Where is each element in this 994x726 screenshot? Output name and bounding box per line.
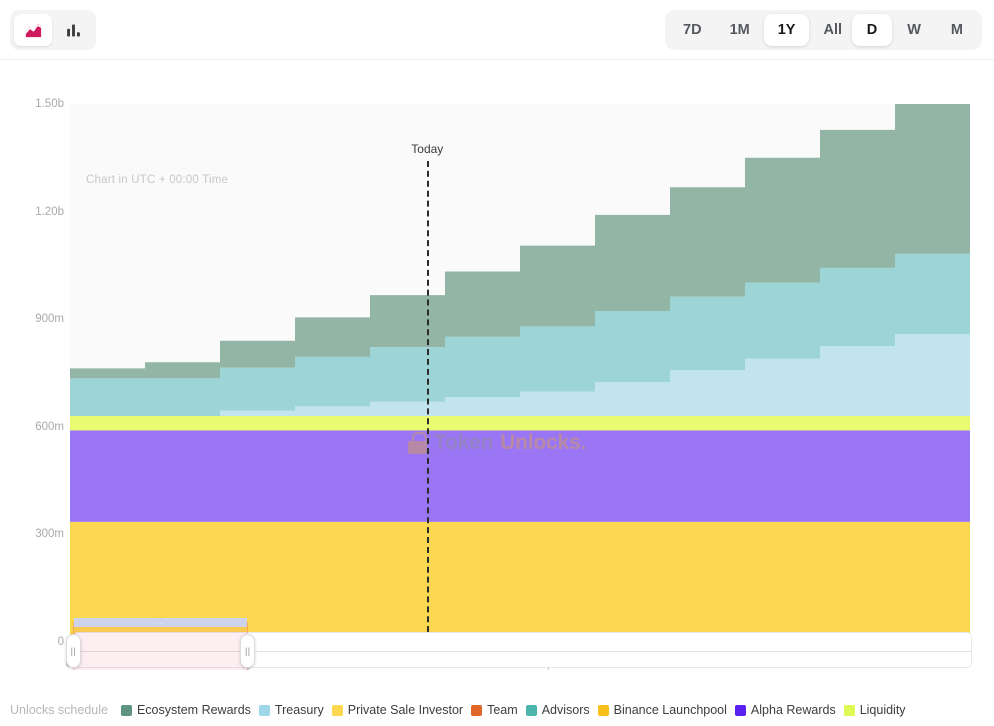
legend-swatch [121, 705, 132, 716]
legend-swatch [598, 705, 609, 716]
area-series-alpha-rewards [70, 430, 970, 521]
legend-item[interactable]: Private Sale Investor [332, 703, 463, 717]
legend-swatch [332, 705, 343, 716]
today-marker-line [427, 161, 429, 642]
legend-item-label: Team [487, 703, 518, 717]
slider-handle-right[interactable]: || [240, 634, 255, 668]
time-range-selector: 7D 1M 1Y All [665, 10, 860, 50]
granularity-button-m[interactable]: M [936, 14, 978, 46]
slider-handle-left-glyph: || [71, 647, 77, 656]
legend-item[interactable]: Team [471, 703, 518, 717]
legend-item[interactable]: Liquidity [844, 703, 906, 717]
chart-canvas[interactable]: 1.50b1.20b900m600m300m0 Chart in UTC + 0… [0, 60, 994, 635]
today-label: Today [411, 142, 443, 156]
y-axis: 1.50b1.20b900m600m300m0 [0, 60, 64, 635]
legend-item-label: Binance Launchpool [614, 703, 727, 717]
bar-chart-icon[interactable] [54, 14, 92, 46]
range-button-7d[interactable]: 7D [669, 14, 716, 46]
legend-item-label: Advisors [542, 703, 590, 717]
area-chart-icon[interactable] [14, 14, 52, 46]
y-axis-tick-label: 300m [4, 528, 64, 540]
granularity-button-d[interactable]: D [852, 14, 892, 46]
legend-title: Unlocks schedule [10, 703, 108, 717]
area-series-liquidity [70, 416, 970, 430]
utc-note: Chart in UTC + 00:00 Time [86, 174, 228, 186]
y-axis-tick-label: 600m [4, 421, 64, 433]
legend-swatch [471, 705, 482, 716]
chart-type-toggle-group [10, 10, 96, 50]
granularity-selector: D W M [848, 10, 982, 50]
legend-swatch [526, 705, 537, 716]
chart-toolbar: 7D 1M 1Y All D W M [0, 0, 994, 60]
chart-legend: Unlocks schedule Ecosystem Rewards Treasu… [0, 694, 994, 726]
token-unlocks-chart-app: 7D 1M 1Y All D W M 1.50b 1.20b 900m 600m 300… [0, 0, 994, 726]
legend-swatch [735, 705, 746, 716]
legend-item[interactable]: Alpha Rewards [735, 703, 836, 717]
range-slider[interactable]: ... || || [0, 626, 994, 674]
range-button-1y[interactable]: 1Y [764, 14, 810, 46]
legend-swatch [259, 705, 270, 716]
legend-item-label: Treasury [275, 703, 324, 717]
slider-handle-right-glyph: || [245, 647, 251, 656]
legend-item[interactable]: Binance Launchpool [598, 703, 727, 717]
y-axis-tick-label: 900m [4, 313, 64, 325]
legend-item-label: Liquidity [860, 703, 906, 717]
legend-swatch [844, 705, 855, 716]
slider-handle-left[interactable]: || [66, 634, 81, 668]
slider-selection-bar[interactable]: ... [74, 618, 247, 627]
legend-item-label: Alpha Rewards [751, 703, 836, 717]
legend-item[interactable]: Ecosystem Rewards [121, 703, 251, 717]
granularity-button-w[interactable]: W [892, 14, 936, 46]
legend-item[interactable]: Advisors [526, 703, 590, 717]
legend-item-label: Private Sale Investor [348, 703, 463, 717]
y-axis-tick-label: 1.50b [4, 98, 64, 110]
legend-item-label: Ecosystem Rewards [137, 703, 251, 717]
y-axis-tick-label: 1.20b [4, 206, 64, 218]
slider-grip-dots: ... [156, 619, 165, 627]
slider-selection[interactable]: ... [73, 622, 248, 670]
legend-item[interactable]: Treasury [259, 703, 324, 717]
range-button-1m[interactable]: 1M [716, 14, 764, 46]
